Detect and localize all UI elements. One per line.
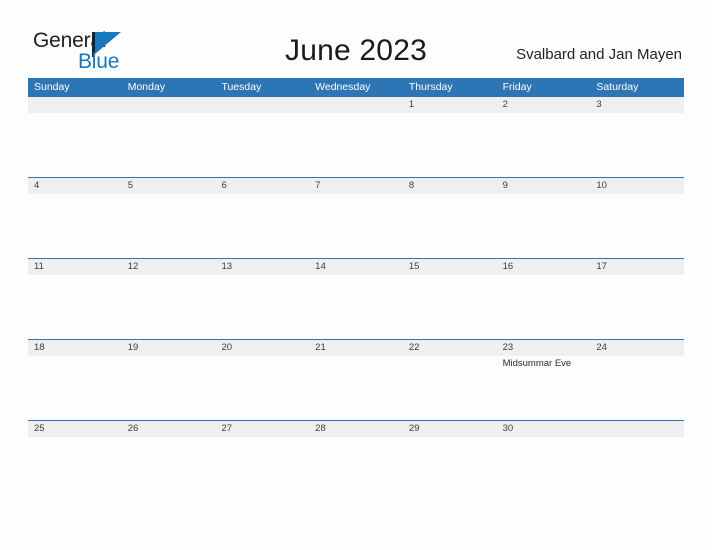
weekday-monday: Monday xyxy=(127,81,166,93)
day-events[interactable]: Midsummar Eve xyxy=(497,356,591,421)
day-number[interactable]: 18 xyxy=(28,340,122,356)
weekday-friday: Friday xyxy=(502,81,532,93)
day-number[interactable] xyxy=(28,97,122,113)
day-number[interactable]: 21 xyxy=(309,340,403,356)
day-number[interactable]: 28 xyxy=(309,421,403,437)
day-events[interactable] xyxy=(497,113,591,178)
day-number[interactable]: 3 xyxy=(590,97,684,113)
weekday-wednesday: Wednesday xyxy=(315,81,371,93)
day-number[interactable]: 30 xyxy=(497,421,591,437)
day-events[interactable] xyxy=(122,194,216,259)
day-number[interactable]: 11 xyxy=(28,259,122,275)
day-events[interactable] xyxy=(309,275,403,340)
day-events[interactable] xyxy=(590,194,684,259)
weekday-saturday: Saturday xyxy=(596,81,639,93)
day-events[interactable] xyxy=(403,356,497,421)
day-event-midsummar-eve: Midsummar Eve xyxy=(502,358,572,369)
calendar-page: General Blue June 2023 Svalbard and Jan … xyxy=(0,0,712,550)
day-number[interactable]: 24 xyxy=(590,340,684,356)
day-events[interactable] xyxy=(28,113,122,178)
weekday-header-row: Sunday Monday Tuesday Wednesday Thursday… xyxy=(28,78,684,96)
day-events[interactable] xyxy=(122,356,216,421)
day-events[interactable] xyxy=(122,437,216,443)
page-header: General Blue June 2023 Svalbard and Jan … xyxy=(0,0,712,78)
day-events[interactable] xyxy=(590,113,684,178)
day-events[interactable] xyxy=(28,437,122,443)
day-number[interactable]: 2 xyxy=(497,97,591,113)
day-events[interactable] xyxy=(28,356,122,421)
day-number[interactable]: 1 xyxy=(403,97,497,113)
day-events[interactable] xyxy=(497,437,591,443)
day-number[interactable]: 29 xyxy=(403,421,497,437)
day-number[interactable]: 12 xyxy=(122,259,216,275)
day-number[interactable]: 17 xyxy=(590,259,684,275)
day-events[interactable] xyxy=(28,275,122,340)
day-number[interactable] xyxy=(215,97,309,113)
day-number[interactable]: 4 xyxy=(28,178,122,194)
day-number[interactable]: 19 xyxy=(122,340,216,356)
day-events[interactable] xyxy=(309,194,403,259)
day-number[interactable]: 8 xyxy=(403,178,497,194)
day-number[interactable]: 6 xyxy=(215,178,309,194)
day-events[interactable] xyxy=(497,275,591,340)
week-date-band: 25 26 27 28 29 30 xyxy=(28,421,684,437)
week-date-band: 4 5 6 7 8 9 10 xyxy=(28,178,684,194)
day-events[interactable] xyxy=(215,113,309,178)
day-number[interactable]: 25 xyxy=(28,421,122,437)
day-number[interactable]: 16 xyxy=(497,259,591,275)
week-date-band: 1 2 3 xyxy=(28,97,684,113)
day-events[interactable] xyxy=(215,437,309,443)
day-events[interactable] xyxy=(497,194,591,259)
weekday-tuesday: Tuesday xyxy=(221,81,262,93)
day-events[interactable] xyxy=(122,113,216,178)
day-events[interactable] xyxy=(215,275,309,340)
week-row: 11 12 13 14 15 16 17 xyxy=(28,258,684,340)
week-event-area xyxy=(28,275,684,340)
region-label: Svalbard and Jan Mayen xyxy=(516,46,682,63)
day-events[interactable] xyxy=(590,275,684,340)
day-events[interactable] xyxy=(403,275,497,340)
week-event-area xyxy=(28,113,684,178)
week-event-area xyxy=(28,437,684,443)
day-number[interactable] xyxy=(309,97,403,113)
day-number[interactable]: 10 xyxy=(590,178,684,194)
day-events[interactable] xyxy=(28,194,122,259)
day-events[interactable] xyxy=(309,356,403,421)
week-row: 25 26 27 28 29 30 xyxy=(28,420,684,443)
week-row: 1 2 3 xyxy=(28,96,684,178)
day-events[interactable] xyxy=(215,356,309,421)
week-date-band: 11 12 13 14 15 16 17 xyxy=(28,259,684,275)
day-number[interactable]: 5 xyxy=(122,178,216,194)
day-number[interactable] xyxy=(122,97,216,113)
day-events[interactable] xyxy=(122,275,216,340)
day-events[interactable] xyxy=(590,356,684,421)
day-number[interactable]: 23 xyxy=(497,340,591,356)
week-row: 4 5 6 7 8 9 10 xyxy=(28,177,684,259)
weekday-sunday: Sunday xyxy=(34,81,70,93)
day-events[interactable] xyxy=(215,194,309,259)
day-events[interactable] xyxy=(590,437,684,443)
day-number[interactable]: 22 xyxy=(403,340,497,356)
week-event-area: Midsummar Eve xyxy=(28,356,684,421)
weekday-thursday: Thursday xyxy=(408,81,453,93)
day-events[interactable] xyxy=(403,194,497,259)
week-row: 18 19 20 21 22 23 24 Midsummar Eve xyxy=(28,339,684,421)
day-number[interactable]: 27 xyxy=(215,421,309,437)
day-number[interactable]: 14 xyxy=(309,259,403,275)
day-events[interactable] xyxy=(403,437,497,443)
day-number[interactable]: 13 xyxy=(215,259,309,275)
day-events[interactable] xyxy=(309,437,403,443)
day-number[interactable]: 7 xyxy=(309,178,403,194)
week-event-area xyxy=(28,194,684,259)
day-events[interactable] xyxy=(403,113,497,178)
day-number[interactable]: 20 xyxy=(215,340,309,356)
day-number[interactable] xyxy=(590,421,684,437)
week-date-band: 18 19 20 21 22 23 24 xyxy=(28,340,684,356)
day-number[interactable]: 15 xyxy=(403,259,497,275)
day-number[interactable]: 26 xyxy=(122,421,216,437)
calendar-grid: Sunday Monday Tuesday Wednesday Thursday… xyxy=(28,78,684,443)
day-events[interactable] xyxy=(309,113,403,178)
day-number[interactable]: 9 xyxy=(497,178,591,194)
